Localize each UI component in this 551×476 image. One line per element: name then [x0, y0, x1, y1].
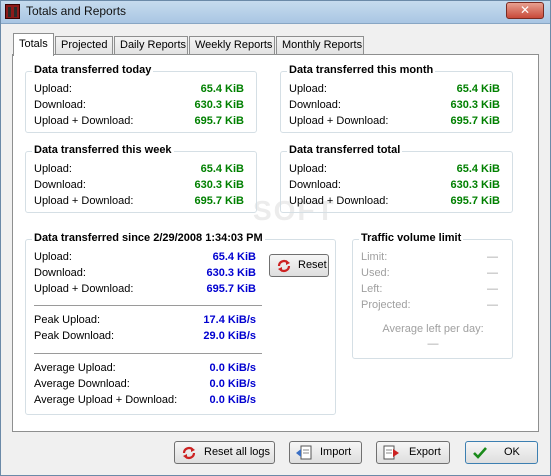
reset-all-logs-label: Reset all logs	[204, 446, 271, 458]
export-icon	[383, 445, 399, 460]
left-value: —	[487, 283, 498, 295]
total-upload-value: 65.4 KiB	[456, 163, 500, 175]
group-week: Data transferred this week Upload: 65.4 …	[25, 144, 257, 213]
group-traffic-limit-title: Traffic volume limit	[359, 232, 464, 244]
total-download-label: Download:	[289, 179, 341, 191]
limit-label: Limit:	[361, 251, 388, 263]
projected-label: Projected:	[361, 299, 411, 311]
group-since: Data transferred since 2/29/2008 1:34:03…	[25, 232, 336, 415]
peak-download-label: Peak Download:	[34, 330, 115, 342]
avg-left-value: —	[427, 338, 439, 350]
total-download-value: 630.3 KiB	[450, 179, 500, 191]
avg-download-label: Average Download:	[34, 378, 130, 390]
since-download-label: Download:	[34, 267, 86, 279]
month-both-value: 695.7 KiB	[450, 115, 500, 127]
export-button[interactable]: Export	[376, 441, 450, 464]
separator-average	[34, 353, 262, 354]
reset-all-logs-button[interactable]: Reset all logs	[174, 441, 275, 464]
reset-button[interactable]: Reset	[269, 254, 329, 277]
today-upload-label: Upload:	[34, 83, 72, 95]
avg-upload-label: Average Upload:	[34, 362, 116, 374]
total-upload-label: Upload:	[289, 163, 327, 175]
projected-value: —	[487, 299, 498, 311]
export-label: Export	[409, 446, 441, 458]
week-both-value: 695.7 KiB	[194, 195, 244, 207]
reset-button-label: Reset	[298, 259, 327, 271]
group-total: Data transferred total Upload: 65.4 KiB …	[280, 144, 513, 213]
left-label: Left:	[361, 283, 383, 295]
peak-upload-label: Peak Upload:	[34, 314, 101, 326]
week-upload-label: Upload:	[34, 163, 72, 175]
group-today: Data transferred today Upload: 65.4 KiB …	[25, 64, 257, 133]
since-download-value: 630.3 KiB	[206, 267, 256, 279]
since-upload-value: 65.4 KiB	[212, 251, 256, 263]
today-both-value: 695.7 KiB	[194, 115, 244, 127]
title-bar[interactable]: Totals and Reports ✕	[1, 1, 550, 24]
window-title: Totals and Reports	[26, 4, 127, 18]
since-upload-label: Upload:	[34, 251, 72, 263]
group-week-title: Data transferred this week	[32, 144, 174, 156]
avg-upload-value: 0.0 KiB/s	[209, 362, 256, 374]
import-label: Import	[320, 446, 352, 458]
group-today-title: Data transferred today	[32, 64, 154, 76]
week-download-value: 630.3 KiB	[194, 179, 244, 191]
avg-download-value: 0.0 KiB/s	[209, 378, 256, 390]
tab-monthly-reports[interactable]: Monthly Reports	[276, 36, 364, 54]
avg-both-label: Average Upload + Download:	[34, 394, 178, 406]
app-icon	[5, 4, 20, 19]
group-since-title: Data transferred since 2/29/2008 1:34:03…	[32, 232, 265, 244]
month-upload-value: 65.4 KiB	[456, 83, 500, 95]
refresh-icon	[277, 260, 291, 272]
refresh-icon	[182, 447, 196, 459]
peak-download-value: 29.0 KiB/s	[203, 330, 256, 342]
close-button[interactable]: ✕	[506, 2, 544, 19]
week-download-label: Download:	[34, 179, 86, 191]
today-download-label: Download:	[34, 99, 86, 111]
avg-both-value: 0.0 KiB/s	[209, 394, 256, 406]
import-icon	[296, 445, 312, 460]
group-month-title: Data transferred this month	[287, 64, 436, 76]
week-upload-value: 65.4 KiB	[200, 163, 244, 175]
totals-panel: SOFT Data transferred today Upload: 65.4…	[12, 54, 539, 432]
today-upload-value: 65.4 KiB	[200, 83, 244, 95]
avg-left-label: Average left per day:	[382, 323, 484, 335]
group-traffic-limit: Traffic volume limit Limit: — Used: — Le…	[352, 232, 513, 359]
peak-upload-value: 17.4 KiB/s	[203, 314, 256, 326]
tab-totals[interactable]: Totals	[13, 33, 54, 56]
tab-daily-reports[interactable]: Daily Reports	[114, 36, 188, 54]
since-both-value: 695.7 KiB	[206, 283, 256, 295]
today-download-value: 630.3 KiB	[194, 99, 244, 111]
tab-weekly-reports[interactable]: Weekly Reports	[189, 36, 275, 54]
ok-button[interactable]: OK	[465, 441, 538, 464]
month-download-label: Download:	[289, 99, 341, 111]
used-label: Used:	[361, 267, 390, 279]
total-both-label: Upload + Download:	[289, 195, 389, 207]
month-download-value: 630.3 KiB	[450, 99, 500, 111]
tab-strip: Totals Projected Daily Reports Weekly Re…	[13, 33, 373, 56]
week-both-label: Upload + Download:	[34, 195, 134, 207]
today-both-label: Upload + Download:	[34, 115, 134, 127]
group-month: Data transferred this month Upload: 65.4…	[280, 64, 513, 133]
totals-reports-window: Totals and Reports ✕ Totals Projected Da…	[0, 0, 551, 476]
month-upload-label: Upload:	[289, 83, 327, 95]
ok-label: OK	[504, 446, 520, 458]
month-both-label: Upload + Download:	[289, 115, 389, 127]
checkmark-icon	[473, 447, 487, 459]
tab-projected[interactable]: Projected	[55, 36, 113, 54]
used-value: —	[487, 267, 498, 279]
separator-peak	[34, 305, 262, 306]
import-button[interactable]: Import	[289, 441, 362, 464]
since-both-label: Upload + Download:	[34, 283, 134, 295]
total-both-value: 695.7 KiB	[450, 195, 500, 207]
limit-value: —	[487, 251, 498, 263]
group-total-title: Data transferred total	[287, 144, 403, 156]
